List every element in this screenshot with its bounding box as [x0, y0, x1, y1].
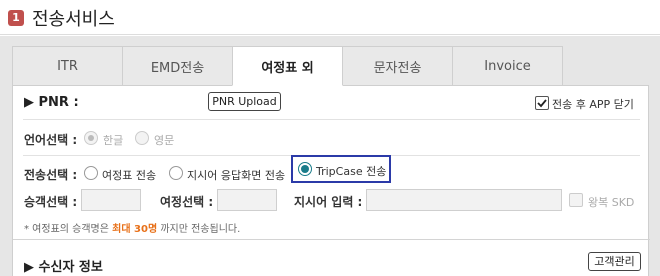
send-tripcase-radio[interactable] — [298, 162, 312, 176]
close-after-send-checkbox[interactable] — [535, 96, 549, 110]
tab-emd[interactable]: EMD전송 — [122, 46, 233, 86]
tab-invoice[interactable]: Invoice — [452, 46, 563, 86]
command-input-label: 지시어 입력 : — [294, 195, 363, 209]
language-korean-label: 한글 — [103, 134, 124, 147]
notice-prefix: * 여정표의 승객명은 — [24, 224, 113, 235]
customer-management-button[interactable]: 고객관리 — [588, 252, 641, 271]
send-type-label: 전송선택 : — [24, 168, 78, 182]
passenger-select-field[interactable] — [81, 189, 141, 211]
pnr-title: ▶ PNR : — [24, 95, 79, 110]
command-input[interactable] — [366, 189, 562, 211]
tab-bar: ITR EMD전송 여정표 외 문자전송 Invoice — [12, 46, 649, 86]
passenger-select-label: 승객선택 : — [24, 195, 78, 209]
close-after-send-label: 전송 후 APP 닫기 — [552, 98, 634, 111]
divider — [23, 119, 640, 120]
itinerary-select-field[interactable] — [217, 189, 277, 211]
language-english-label: 영문 — [154, 134, 175, 147]
recipient-title: ▶ 수신자 정보 — [24, 260, 103, 275]
language-label: 언어선택 : — [24, 133, 78, 147]
notice-highlight: 최대 30명 — [112, 224, 158, 235]
send-command-response-label: 지시어 응답화면 전송 — [187, 169, 286, 182]
send-tripcase-label: TripCase 전송 — [316, 165, 387, 178]
section-number-badge: 1 — [8, 10, 24, 26]
pnr-upload-button[interactable]: PNR Upload — [208, 92, 281, 111]
repeat-skd-label: 왕복 SKD — [588, 196, 635, 209]
language-english-radio[interactable] — [135, 131, 149, 145]
repeat-skd-checkbox[interactable] — [569, 193, 583, 207]
notice-suffix: 까지만 전송됩니다. — [157, 224, 241, 235]
language-korean-radio[interactable] — [84, 131, 98, 145]
itinerary-select-label: 여정선택 : — [160, 195, 214, 209]
tab-itr[interactable]: ITR — [12, 46, 123, 86]
send-itinerary-label: 여정표 전송 — [102, 169, 157, 182]
tab-content: ▶ PNR : PNR Upload 전송 후 APP 닫기 언어선택 : 한글… — [12, 85, 650, 276]
section-divider — [13, 239, 650, 240]
page-title: 전송서비스 — [32, 9, 115, 30]
send-command-response-radio[interactable] — [169, 166, 183, 180]
checkmark-icon — [537, 99, 547, 108]
transmission-panel: ITR EMD전송 여정표 외 문자전송 Invoice ▶ PNR : PNR… — [0, 36, 660, 276]
tab-sms[interactable]: 문자전송 — [342, 46, 453, 86]
title-divider — [0, 34, 660, 35]
notice-text: * 여정표의 승객명은 최대 30명 까지만 전송됩니다. — [24, 220, 240, 235]
tab-itinerary-etc[interactable]: 여정표 외 — [232, 46, 343, 86]
title-bar: 1 전송서비스 — [0, 0, 660, 36]
send-itinerary-radio[interactable] — [84, 166, 98, 180]
